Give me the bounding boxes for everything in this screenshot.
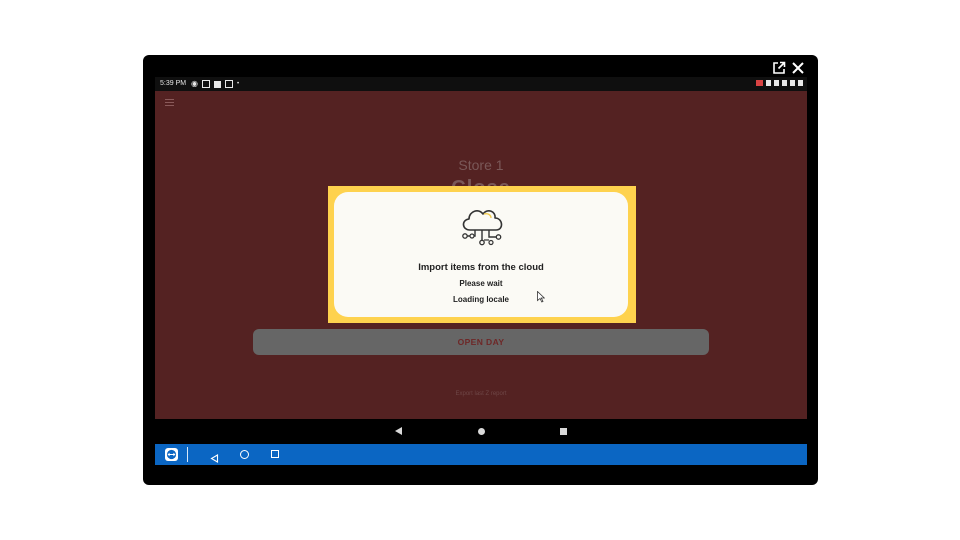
remote-back-icon[interactable] [210,450,219,465]
dot-icon: • [236,81,240,87]
toolbar-divider [187,447,188,462]
import-dialog: Import items from the cloud Please wait … [334,192,628,317]
teamviewer-logo-icon[interactable] [165,448,178,461]
android-status-bar: 5:39 PM ◉ • [155,77,807,91]
status-notification-icons: ◉ • [191,80,239,88]
status-system-icons [756,80,803,86]
open-day-button[interactable]: OPEN DAY [253,329,709,355]
teamviewer-notification-icon [201,80,210,88]
bluetooth-icon [766,80,771,86]
remote-recent-icon[interactable] [271,450,279,458]
hamburger-menu-icon[interactable] [165,99,174,108]
dialog-title: Import items from the cloud [418,262,544,273]
app-notification-icon [213,80,221,88]
nav-recent-icon[interactable] [560,428,567,435]
teamviewer-toolbar [155,444,807,465]
dialog-progress-text: Loading locale [452,295,509,304]
signal-icon [790,80,795,86]
battery-icon [798,80,803,86]
teamviewer-notification-icon-2 [224,80,233,88]
wifi-icon [782,80,787,86]
export-z-report-link[interactable]: Export last Z report [155,391,807,397]
nav-home-icon[interactable] [478,428,485,435]
status-time: 5:39 PM [160,80,187,87]
store-name: Store 1 [458,157,504,173]
cast-icon [756,80,763,86]
close-icon[interactable] [791,61,805,75]
eye-icon: ◉ [191,79,198,88]
remote-home-icon[interactable] [240,450,249,459]
dialog-subtitle: Please wait [459,279,503,288]
android-nav-bar [155,419,807,444]
open-external-icon[interactable] [772,61,786,75]
mouse-cursor-icon [537,290,546,308]
eye-status-icon [774,80,779,86]
cloud-network-icon [458,204,506,255]
nav-back-icon[interactable] [395,427,402,435]
